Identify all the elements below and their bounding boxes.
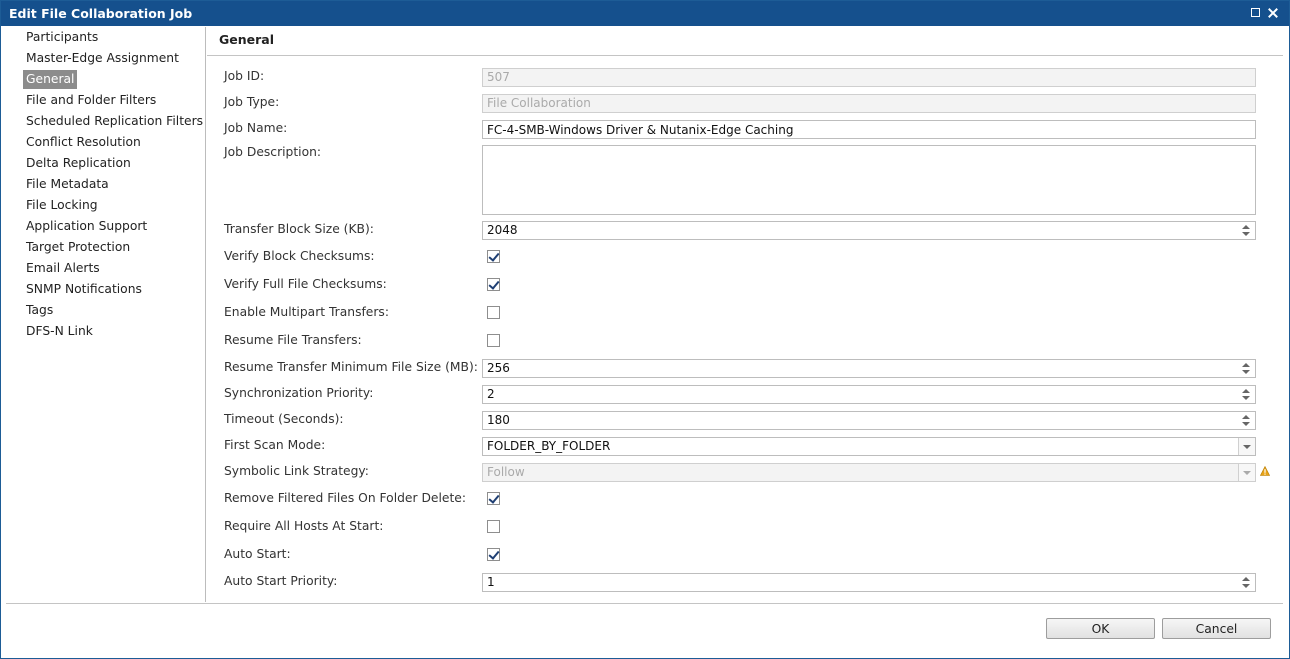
- nav-item-scheduled-replication-filters[interactable]: Scheduled Replication Filters: [23, 112, 206, 131]
- resume-file-transfers-label: Resume File Transfers:: [224, 333, 362, 347]
- nav-item-participants[interactable]: Participants: [23, 28, 101, 47]
- transfer-block-size-stepper[interactable]: 2048: [482, 221, 1256, 240]
- maximize-icon[interactable]: [1249, 6, 1263, 20]
- nav-item-tags[interactable]: Tags: [23, 301, 56, 320]
- verify-full-file-checksums-checkbox[interactable]: [487, 278, 500, 291]
- resume-min-file-size-label: Resume Transfer Minimum File Size (MB):: [224, 360, 478, 374]
- verify-block-checksums-label: Verify Block Checksums:: [224, 249, 375, 263]
- verify-full-file-checksums-label: Verify Full File Checksums:: [224, 277, 387, 291]
- require-all-hosts-label: Require All Hosts At Start:: [224, 519, 384, 533]
- nav-item-conflict-resolution[interactable]: Conflict Resolution: [23, 133, 144, 152]
- remove-filtered-files-label: Remove Filtered Files On Folder Delete:: [224, 491, 467, 505]
- close-icon[interactable]: [1266, 6, 1280, 20]
- symbolic-link-strategy-label: Symbolic Link Strategy:: [224, 464, 369, 478]
- job-description-textarea[interactable]: [482, 145, 1256, 215]
- job-name-label: Job Name:: [224, 121, 288, 135]
- nav-item-file-metadata[interactable]: File Metadata: [23, 175, 112, 194]
- dialog-title: Edit File Collaboration Job: [9, 6, 193, 21]
- job-description-label: Job Description:: [224, 145, 322, 159]
- resume-min-file-size-stepper[interactable]: 256: [482, 359, 1256, 378]
- auto-start-priority-label: Auto Start Priority:: [224, 574, 338, 588]
- cancel-button[interactable]: Cancel: [1162, 618, 1271, 639]
- enable-multipart-transfers-label: Enable Multipart Transfers:: [224, 305, 389, 319]
- nav-item-delta-replication[interactable]: Delta Replication: [23, 154, 134, 173]
- job-type-field: File Collaboration: [482, 94, 1256, 113]
- first-scan-mode-select[interactable]: FOLDER_BY_FOLDER: [482, 437, 1256, 456]
- nav-item-dfs-n-link[interactable]: DFS-N Link: [23, 322, 96, 341]
- auto-start-label: Auto Start:: [224, 547, 291, 561]
- settings-nav: Participants Master-Edge Assignment Gene…: [6, 27, 206, 602]
- nav-item-file-locking[interactable]: File Locking: [23, 196, 101, 215]
- chevron-down-icon: [1238, 464, 1255, 481]
- enable-multipart-transfers-checkbox[interactable]: [487, 306, 500, 319]
- nav-item-master-edge-assignment[interactable]: Master-Edge Assignment: [23, 49, 182, 68]
- transfer-block-size-label: Transfer Block Size (KB):: [224, 222, 374, 236]
- first-scan-mode-label: First Scan Mode:: [224, 438, 326, 452]
- job-name-input[interactable]: [482, 120, 1256, 139]
- chevron-down-icon[interactable]: [1238, 438, 1255, 455]
- job-id-field: 507: [482, 68, 1256, 87]
- timeout-stepper[interactable]: 180: [482, 411, 1256, 430]
- symbolic-link-strategy-value: Follow: [487, 465, 525, 479]
- panel-title: General: [219, 32, 274, 47]
- nav-item-target-protection[interactable]: Target Protection: [23, 238, 133, 257]
- panel-divider: [207, 55, 1283, 56]
- job-type-label: Job Type:: [224, 95, 280, 109]
- nav-item-application-support[interactable]: Application Support: [23, 217, 150, 236]
- auto-start-checkbox[interactable]: [487, 548, 500, 561]
- resume-file-transfers-checkbox[interactable]: [487, 334, 500, 347]
- nav-item-general[interactable]: General: [23, 70, 78, 89]
- synchronization-priority-stepper[interactable]: 2: [482, 385, 1256, 404]
- job-id-label: Job ID:: [224, 69, 265, 83]
- synchronization-priority-label: Synchronization Priority:: [224, 386, 374, 400]
- require-all-hosts-checkbox[interactable]: [487, 520, 500, 533]
- ok-button[interactable]: OK: [1046, 618, 1155, 639]
- auto-start-priority-stepper[interactable]: 1: [482, 573, 1256, 592]
- first-scan-mode-value: FOLDER_BY_FOLDER: [487, 439, 611, 453]
- footer-divider: [6, 603, 1283, 604]
- symbolic-link-strategy-select: Follow: [482, 463, 1256, 482]
- nav-item-email-alerts[interactable]: Email Alerts: [23, 259, 103, 278]
- verify-block-checksums-checkbox[interactable]: [487, 250, 500, 263]
- warning-icon: [1260, 466, 1270, 476]
- nav-item-file-folder-filters[interactable]: File and Folder Filters: [23, 91, 159, 110]
- timeout-label: Timeout (Seconds):: [224, 412, 344, 426]
- remove-filtered-files-checkbox[interactable]: [487, 492, 500, 505]
- titlebar[interactable]: Edit File Collaboration Job: [1, 1, 1289, 26]
- nav-item-snmp-notifications[interactable]: SNMP Notifications: [23, 280, 145, 299]
